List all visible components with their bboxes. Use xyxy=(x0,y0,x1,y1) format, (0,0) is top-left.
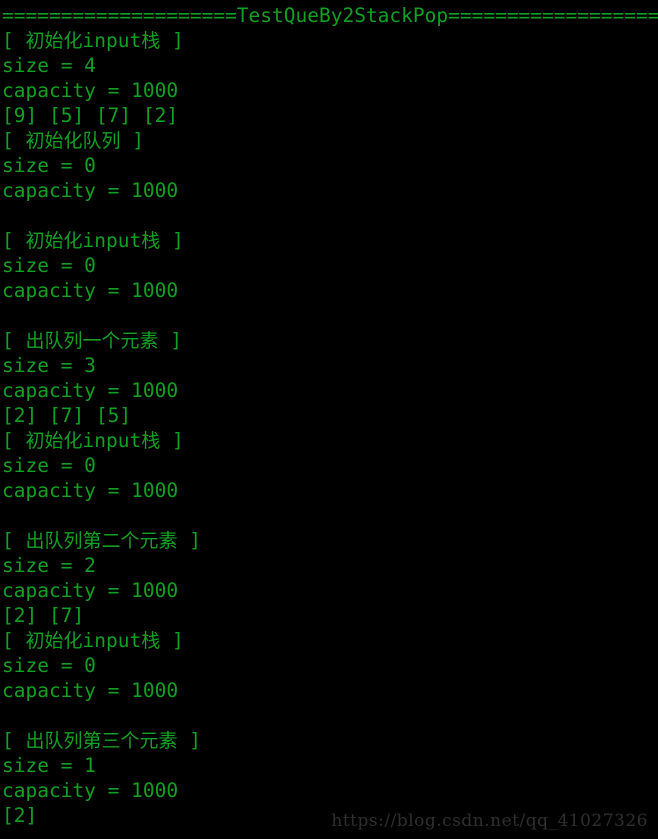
ascii-text-run: ] xyxy=(160,429,184,452)
terminal-line: [ 出队列一个元素 ] xyxy=(2,328,658,353)
ascii-text-run: ] xyxy=(160,29,184,52)
terminal-line: capacity = 1000 xyxy=(2,579,179,602)
terminal-line: size = 3 xyxy=(2,354,96,377)
ascii-text-run: ] xyxy=(160,629,184,652)
ascii-text-run: ] xyxy=(177,529,201,552)
cjk-text-run: 出队列一个元素 xyxy=(25,330,159,352)
cjk-text-run: 初始化 xyxy=(25,430,83,452)
ascii-text-run: input xyxy=(82,29,142,52)
terminal-line: [ 初始化input栈 ] xyxy=(2,628,658,653)
ascii-text-run: ] xyxy=(160,229,184,252)
terminal-line: capacity = 1000 xyxy=(2,779,179,802)
terminal-line: size = 1 xyxy=(2,754,96,777)
cjk-text-run: 初始化队列 xyxy=(25,130,121,152)
ascii-text-run: [ xyxy=(2,629,26,652)
csdn-watermark: https://blog.csdn.net/qq_41027326 xyxy=(331,811,648,831)
cjk-text-run: 出队列第二个元素 xyxy=(25,530,178,552)
terminal-line: capacity = 1000 xyxy=(2,279,179,302)
ascii-text-run: input xyxy=(82,229,142,252)
terminal-line: [9] [5] [7] [2] xyxy=(2,104,179,127)
terminal-line: [ 初始化input栈 ] xyxy=(2,28,658,53)
terminal-line: [ 出队列第三个元素 ] xyxy=(2,728,658,753)
terminal-line: [ 初始化队列 ] xyxy=(2,128,658,153)
terminal-line: size = 0 xyxy=(2,654,96,677)
terminal-line: size = 4 xyxy=(2,54,96,77)
terminal-line: capacity = 1000 xyxy=(2,179,179,202)
terminal-line: capacity = 1000 xyxy=(2,479,179,502)
terminal-line: [ 出队列第二个元素 ] xyxy=(2,528,658,553)
terminal-line: [2] [7] xyxy=(2,604,85,627)
terminal-line: capacity = 1000 xyxy=(2,679,179,702)
terminal-line: ====================TestQueBy2StackPop==… xyxy=(2,4,658,27)
ascii-text-run: ] xyxy=(177,729,201,752)
cjk-text-run: 初始化 xyxy=(25,30,83,52)
ascii-text-run: ] xyxy=(120,129,144,152)
cjk-text-run: 初始化 xyxy=(25,630,83,652)
ascii-text-run: input xyxy=(82,429,142,452)
cjk-text-run: 栈 xyxy=(141,430,161,452)
terminal-output-pane[interactable]: ====================TestQueBy2StackPop==… xyxy=(0,0,658,839)
terminal-line: [2] [7] [5] xyxy=(2,404,132,427)
terminal-line: size = 0 xyxy=(2,154,96,177)
ascii-text-run: [ xyxy=(2,529,26,552)
ascii-text-run: [ xyxy=(2,129,26,152)
ascii-text-run: [ xyxy=(2,229,26,252)
ascii-text-run: [ xyxy=(2,729,26,752)
terminal-line: capacity = 1000 xyxy=(2,379,179,402)
cjk-text-run: 栈 xyxy=(141,30,161,52)
cjk-text-run: 栈 xyxy=(141,630,161,652)
terminal-line: capacity = 1000 xyxy=(2,79,179,102)
terminal-line: size = 0 xyxy=(2,454,96,477)
terminal-line: size = 0 xyxy=(2,254,96,277)
terminal-line: [ 初始化input栈 ] xyxy=(2,228,658,253)
terminal-line: size = 2 xyxy=(2,554,96,577)
ascii-text-run: input xyxy=(82,629,142,652)
ascii-text-run: ] xyxy=(158,329,182,352)
terminal-line: [ 初始化input栈 ] xyxy=(2,428,658,453)
ascii-text-run: [ xyxy=(2,429,26,452)
cjk-text-run: 出队列第三个元素 xyxy=(25,730,178,752)
ascii-text-run: [ xyxy=(2,329,26,352)
ascii-text-run: [ xyxy=(2,29,26,52)
cjk-text-run: 栈 xyxy=(141,230,161,252)
cjk-text-run: 初始化 xyxy=(25,230,83,252)
